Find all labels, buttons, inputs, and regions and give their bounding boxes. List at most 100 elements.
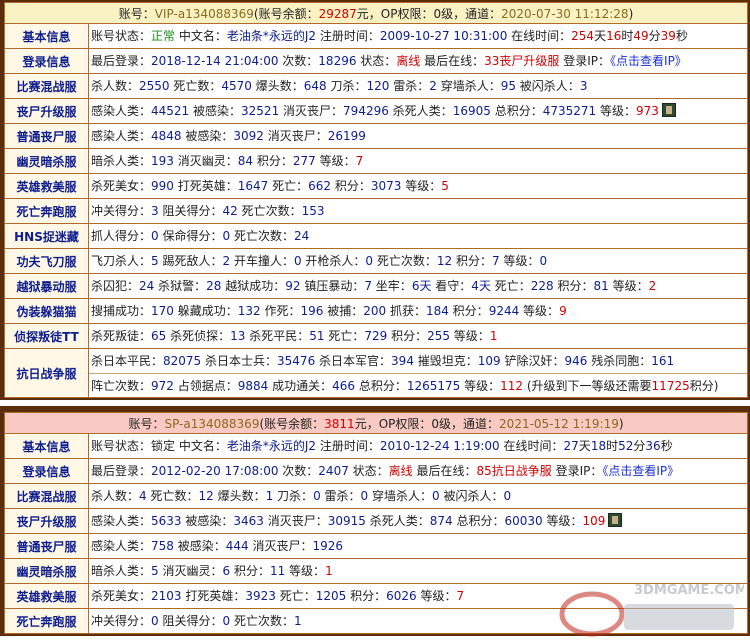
row-pvp: 比赛混战服 杀人数：4 死亡数：12 爆头数：1 刀杀：0 雷杀：0 穿墙杀人：… — [4, 484, 748, 509]
stat-value: 0 — [432, 489, 440, 503]
row-hide: 伪装躲猫猫 搜捕成功：170 躲藏成功：132 作死：196 被捕：200 抓获… — [4, 299, 748, 324]
field-label: 注册时间： — [316, 29, 380, 43]
channel-label: ，通道： — [451, 417, 500, 431]
row-label: 伪装躲猫猫 — [5, 299, 89, 323]
chinese-name: 老油条*永远的J2 — [226, 439, 317, 453]
level-value: 973 — [635, 104, 659, 118]
field-label: 感染人类： — [91, 539, 152, 553]
row-content: 冲关得分：3 阻关得分：42 死亡次数：153 — [89, 199, 747, 223]
field-label: 消灭丧尸： — [263, 129, 328, 143]
field-label: 消灭丧尸： — [279, 104, 344, 118]
row-war: 抗日战争服 杀日本平民：82075 杀日本士兵：35476 杀日本军官：394 … — [4, 349, 748, 398]
stat-value: 228 — [530, 279, 554, 293]
online-hours: 16 — [606, 29, 622, 43]
field-label: 死亡： — [490, 279, 531, 293]
stat-value: 0 — [503, 489, 512, 503]
stat-value: 153 — [301, 204, 325, 218]
stat-value: 51 — [309, 329, 325, 343]
stat-value: 13 — [230, 329, 246, 343]
row-content: 暗杀人类：5 消灭幽灵：6 积分：11 等级：1 — [89, 559, 747, 583]
field-label: 杀死叛徒： — [91, 329, 152, 343]
field-label: 刀杀： — [326, 79, 367, 93]
balance-unit: 元，OP权限： — [356, 7, 434, 21]
unit: 天 — [594, 29, 607, 43]
stat-value: 4735271 — [542, 104, 597, 118]
field-label: 杀死美女： — [91, 589, 152, 603]
field-label: 等级： — [315, 154, 356, 168]
field-label: 最后登录： — [91, 464, 152, 478]
login-count: 18296 — [318, 54, 357, 68]
row-label: 英雄救美服 — [5, 174, 89, 198]
balance-value: 3811 — [324, 417, 355, 431]
stat-value: 0 — [151, 229, 159, 243]
field-label: 登录IP： — [551, 464, 603, 478]
stat-value: 30915 — [327, 514, 366, 528]
row-deathrun: 死亡奔跑服 冲关得分：0 阻关得分：0 死亡次数：1 — [4, 609, 748, 634]
field-label: 暗杀人类： — [91, 564, 152, 578]
last-server: 33丧尸升级服 — [484, 54, 560, 68]
stat-value: 0 — [151, 614, 159, 628]
vip-account-header: 账号：VIP-a134088369(账号余额：29287元，OP权限：0级，通道… — [4, 2, 748, 24]
field-label: 杀日本军官： — [315, 354, 392, 368]
stat-value: 42 — [222, 204, 238, 218]
unit: 分 — [633, 439, 646, 453]
unit: 分 — [648, 29, 661, 43]
field-label: 杀人数： — [91, 489, 140, 503]
row-basic-info: 基本信息 账号状态：锁定 中文名：老油条*永远的J2 注册时间：2010-12-… — [4, 434, 748, 459]
field-label: 被感染： — [189, 104, 242, 118]
stat-value: 24 — [293, 229, 310, 243]
field-label: 等级： — [608, 279, 649, 293]
level-avatar-icon — [661, 103, 676, 117]
field-label: 看守： — [431, 279, 472, 293]
level-value: 112 — [500, 379, 524, 393]
row-content: 搜捕成功：170 躲藏成功：132 作死：196 被捕：200 抓获：184 积… — [89, 299, 747, 323]
field-label: 爆头数： — [251, 79, 304, 93]
field-label: 杀死美女： — [91, 179, 152, 193]
row-label: 抗日战争服 — [5, 349, 89, 397]
unit: 秒 — [660, 439, 673, 453]
row-content: 杀死叛徒：65 杀死侦探：13 杀死平民：51 死亡：729 积分：255 等级… — [89, 324, 747, 348]
stat-value: 972 — [151, 379, 174, 393]
stat-value: 1926 — [312, 539, 344, 553]
field-label: 最后在线： — [420, 54, 485, 68]
stat-value: 60030 — [504, 514, 543, 528]
field-label: 次数： — [278, 464, 319, 478]
stat-value: 2550 — [139, 79, 170, 93]
stat-value: 6 — [222, 564, 231, 578]
stat-value: 26199 — [327, 129, 366, 143]
view-ip-link[interactable]: 《点击查看IP》 — [602, 464, 679, 478]
field-label: 铲除汉奸： — [500, 354, 565, 368]
field-label: 越狱成功： — [221, 279, 286, 293]
sp-account-panel: 账号：SP-a134088369(账号余额：3811元，OP权限：0级，通道：2… — [0, 406, 750, 636]
stat-value: 1 — [293, 614, 302, 628]
stat-value: 3 — [151, 204, 159, 218]
stat-value: 28 — [206, 279, 222, 293]
field-label: 消灭幽灵： — [173, 154, 238, 168]
field-label: 注册时间： — [316, 439, 380, 453]
stat-value: 44521 — [151, 104, 190, 118]
register-time: 2010-12-24 1:19:00 — [379, 439, 500, 453]
view-ip-link[interactable]: 《点击查看IP》 — [610, 54, 687, 68]
unit: 时 — [621, 29, 634, 43]
field-label: 最后在线： — [412, 464, 477, 478]
field-label: 阵亡次数： — [91, 379, 152, 393]
field-label: 杀死人类： — [365, 514, 430, 528]
op-level: 0级 — [433, 7, 454, 21]
row-hns: HNS捉迷藏 抓人得分：0 保命得分：0 死亡次数：24 — [4, 224, 748, 249]
field-label: 穿墙杀人： — [368, 489, 432, 503]
stat-value: 394 — [391, 354, 414, 368]
field-label: 雷杀： — [320, 489, 361, 503]
row-content: 感染人类：4848 被感染：3092 消灭丧尸：26199 — [89, 124, 747, 148]
register-time: 2009-10-27 10:31:00 — [379, 29, 508, 43]
row-content: 账号状态：锁定 中文名：老油条*永远的J2 注册时间：2010-12-24 1:… — [89, 434, 747, 458]
field-label: 杀死平民： — [245, 329, 310, 343]
stat-value: 466 — [332, 379, 356, 393]
online-state: 离线 — [388, 464, 413, 478]
channel-date: 2020-07-30 11:12:28 — [501, 7, 629, 21]
field-label: 被捕： — [323, 304, 364, 318]
stat-value: 4 — [139, 489, 147, 503]
online-days: 254 — [571, 29, 595, 43]
stat-value: 3 — [579, 79, 588, 93]
field-label: 被闪杀人： — [515, 79, 580, 93]
row-label: 死亡奔跑服 — [5, 199, 89, 223]
